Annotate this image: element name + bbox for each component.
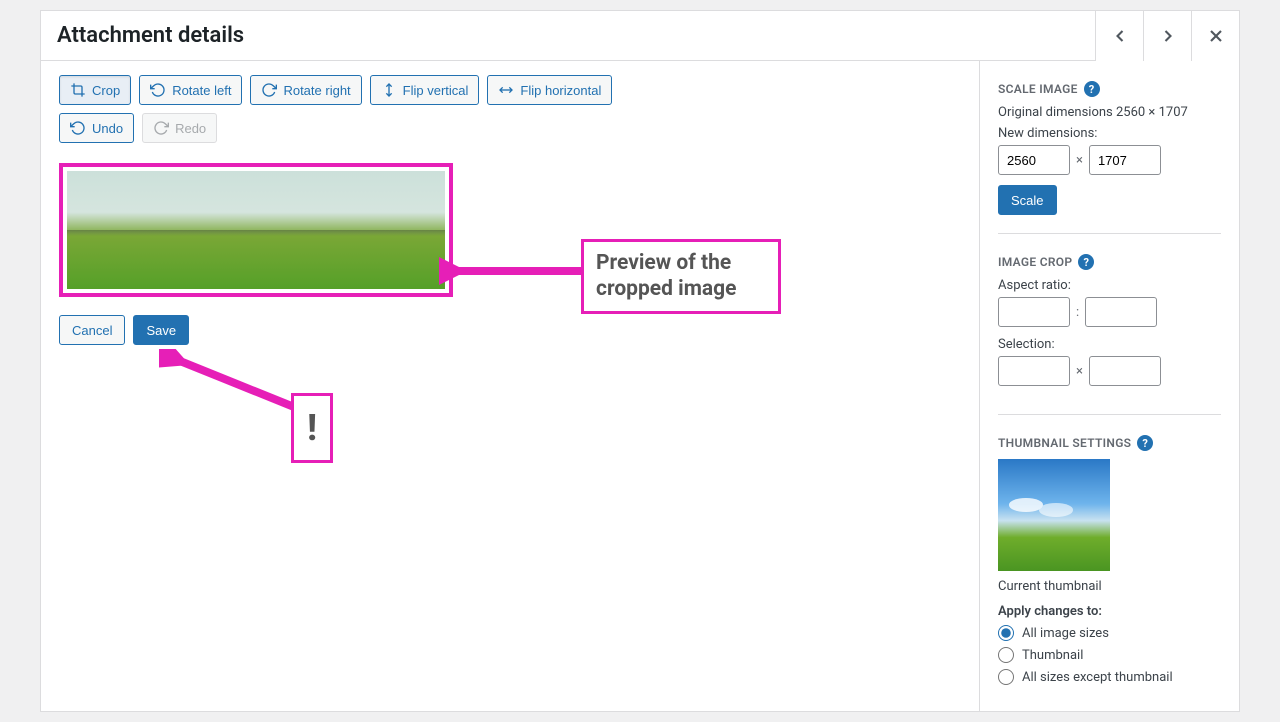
aspect-height-input[interactable] [1085,297,1157,327]
image-crop-section: IMAGE CROP ? Aspect ratio: : Selection: … [998,248,1221,415]
redo-icon [153,120,169,136]
header-controls [1095,11,1239,60]
sidebar: SCALE IMAGE ? Original dimensions 2560 ×… [979,61,1239,711]
apply-changes-label: Apply changes to: [998,604,1221,619]
crop-section-title: IMAGE CROP ? [998,254,1221,270]
edit-toolbar-row-1: Crop Rotate left Rotate right Flip verti… [59,75,961,105]
scale-button[interactable]: Scale [998,185,1057,215]
help-icon[interactable]: ? [1137,435,1153,451]
close-icon [1206,26,1226,46]
aspect-width-input[interactable] [998,297,1070,327]
flip-vertical-button[interactable]: Flip vertical [370,75,480,105]
aspect-ratio-label: Aspect ratio: [998,278,1221,293]
help-icon[interactable]: ? [1084,81,1100,97]
help-icon[interactable]: ? [1078,254,1094,270]
attachment-details-modal: Attachment details Crop Rotate l [40,10,1240,712]
crop-button[interactable]: Crop [59,75,131,105]
selection-width-input[interactable] [998,356,1070,386]
cancel-button[interactable]: Cancel [59,315,125,345]
rotate-left-icon [150,82,166,98]
selection-label: Selection: [998,337,1221,352]
prev-button[interactable] [1095,11,1143,61]
undo-button[interactable]: Undo [59,113,134,143]
radio-all-sizes[interactable]: All image sizes [998,625,1221,641]
modal-title: Attachment details [41,23,260,48]
original-dimensions-label: Original dimensions 2560 × 1707 [998,105,1221,120]
scale-image-section: SCALE IMAGE ? Original dimensions 2560 ×… [998,75,1221,234]
times-separator: × [1076,153,1083,168]
new-dimensions-label: New dimensions: [998,126,1221,141]
radio-all-sizes-input[interactable] [998,625,1014,641]
scale-section-title: SCALE IMAGE ? [998,81,1221,97]
cropped-image-preview[interactable] [67,171,445,289]
scale-height-input[interactable] [1089,145,1161,175]
colon-separator: : [1076,305,1079,320]
crop-icon [70,82,86,98]
thumbnail-settings-section: THUMBNAIL SETTINGS ? Current thumbnail A… [998,429,1221,709]
flip-horizontal-icon [498,82,514,98]
image-preview-frame [59,163,453,297]
aspect-ratio-inputs: : [998,297,1221,327]
chevron-left-icon [1110,26,1130,46]
chevron-right-icon [1158,26,1178,46]
rotate-left-button[interactable]: Rotate left [139,75,242,105]
flip-vertical-icon [381,82,397,98]
next-button[interactable] [1143,11,1191,61]
undo-icon [70,120,86,136]
annotation-exclaim: ! [291,393,333,463]
times-separator: × [1076,364,1083,379]
radio-except-thumbnail[interactable]: All sizes except thumbnail [998,669,1221,685]
flip-horizontal-button[interactable]: Flip horizontal [487,75,612,105]
modal-header: Attachment details [41,11,1239,61]
rotate-right-button[interactable]: Rotate right [250,75,361,105]
selection-inputs: × [998,356,1221,386]
annotation-preview-label: Preview of the cropped image [581,239,781,314]
modal-body: Crop Rotate left Rotate right Flip verti… [41,61,1239,711]
scale-width-input[interactable] [998,145,1070,175]
thumbnail-section-title: THUMBNAIL SETTINGS ? [998,435,1221,451]
scale-dimension-inputs: × [998,145,1221,175]
main-editor-area: Crop Rotate left Rotate right Flip verti… [41,61,979,711]
selection-height-input[interactable] [1089,356,1161,386]
edit-toolbar-row-2: Undo Redo [59,113,961,143]
radio-except-thumbnail-input[interactable] [998,669,1014,685]
close-button[interactable] [1191,11,1239,61]
radio-thumbnail[interactable]: Thumbnail [998,647,1221,663]
redo-button[interactable]: Redo [142,113,217,143]
current-thumbnail-label: Current thumbnail [998,579,1221,594]
save-button[interactable]: Save [133,315,189,345]
annotation-arrow-preview [439,251,599,291]
radio-thumbnail-input[interactable] [998,647,1014,663]
rotate-right-icon [261,82,277,98]
action-buttons: Cancel Save [59,315,961,345]
current-thumbnail-preview [998,459,1110,571]
